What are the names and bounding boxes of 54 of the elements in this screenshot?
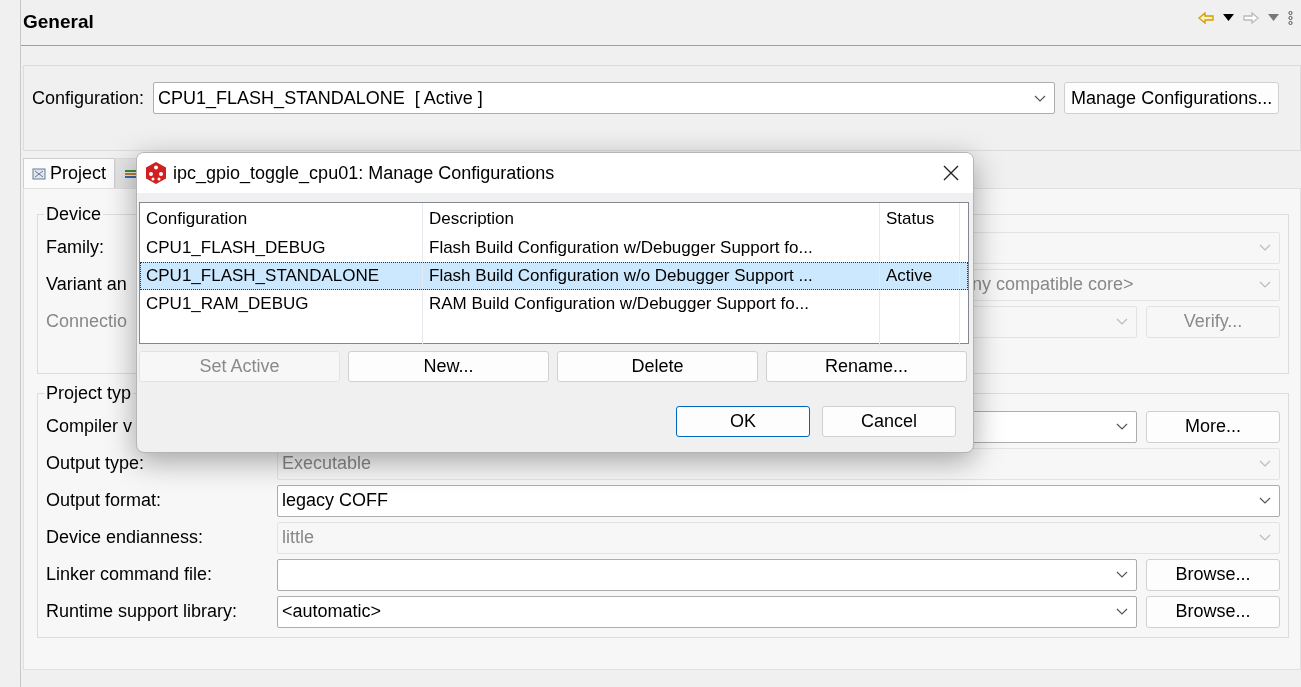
field-label: Connectio [46, 311, 128, 331]
dialog-button[interactable]: Cancel [822, 406, 956, 437]
page-title: General [23, 11, 94, 34]
table-row[interactable]: CPU1_FLASH_STANDALONE Flash Build Configuration w/o Debugger Support ... Active [140, 262, 968, 290]
back-arrow-icon[interactable] [1198, 11, 1214, 24]
field-button[interactable]: Browse... [1146, 595, 1280, 628]
field-button[interactable]: Browse... [1146, 558, 1280, 591]
field-label: Device endianness: [46, 527, 204, 547]
project-icon [32, 167, 46, 180]
dialog-button[interactable]: OK [676, 406, 810, 437]
tab[interactable]: Project [23, 158, 116, 188]
configuration-dropdown[interactable]: CPU1_FLASH_STANDALONE [ Active ] [153, 82, 1056, 114]
table-cell-text: CPU1_RAM_DEBUG [146, 293, 309, 316]
column-header[interactable]: Description [423, 203, 880, 234]
table-cell-text: Active [886, 265, 933, 288]
table-cell-text: Flash Build Configuration w/Debugger Support fo... [429, 237, 813, 260]
dialog-title: ipc_gpio_toggle_cpu01: Manage Configurations [173, 161, 556, 186]
chevron-down-icon [1116, 608, 1128, 615]
cube-icon [145, 161, 167, 185]
chevron-down-icon [1116, 423, 1128, 430]
manage-configurations-button[interactable]: Manage Configurations... [1064, 82, 1280, 114]
dialog-button[interactable]: Rename... [766, 351, 967, 382]
dialog-button[interactable]: Delete [557, 351, 758, 382]
column-header[interactable]: Configuration [140, 203, 423, 234]
field-label: Runtime support library: [46, 601, 238, 621]
field-label: Variant an [46, 274, 127, 294]
table-cell-text: CPU1_FLASH_DEBUG [146, 237, 326, 260]
chevron-down-icon [1259, 281, 1271, 288]
dropdown-field[interactable]: <automatic> [277, 595, 1137, 628]
dialog-button[interactable]: New... [348, 351, 549, 382]
menu-icon[interactable] [1288, 10, 1293, 25]
field-label: Output format: [46, 490, 162, 510]
field-button[interactable]: More... [1146, 410, 1280, 443]
chevron-down-icon [1259, 460, 1271, 467]
chevron-down-icon [1259, 534, 1271, 541]
field-label: Linker command file: [46, 564, 213, 584]
field-label: Compiler v [46, 416, 133, 436]
chevron-down-icon [1259, 244, 1271, 251]
chevron-down-icon [1034, 94, 1047, 102]
column-header[interactable]: Status [880, 203, 960, 234]
layers-icon [124, 167, 139, 180]
dropdown-field[interactable] [277, 558, 1137, 591]
table-cell-text: Flash Build Configuration w/o Debugger Support ... [429, 265, 813, 288]
configuration-label: Configuration: [32, 86, 145, 110]
caret-icon[interactable] [1223, 14, 1234, 21]
chevron-down-icon [1259, 497, 1271, 504]
field-label: Family: [46, 237, 104, 257]
table-row[interactable]: CPU1_RAM_DEBUG RAM Build Configuration w/Debugger Support fo... [140, 290, 968, 318]
field-label: Output type: [46, 453, 145, 473]
table-cell-text: CPU1_FLASH_STANDALONE [146, 265, 380, 288]
dropdown-field[interactable]: legacy COFF [277, 484, 1280, 517]
table-cell-text: RAM Build Configuration w/Debugger Support fo... [429, 293, 809, 316]
chevron-down-icon [1116, 571, 1128, 578]
chevron-down-icon [1116, 318, 1128, 325]
